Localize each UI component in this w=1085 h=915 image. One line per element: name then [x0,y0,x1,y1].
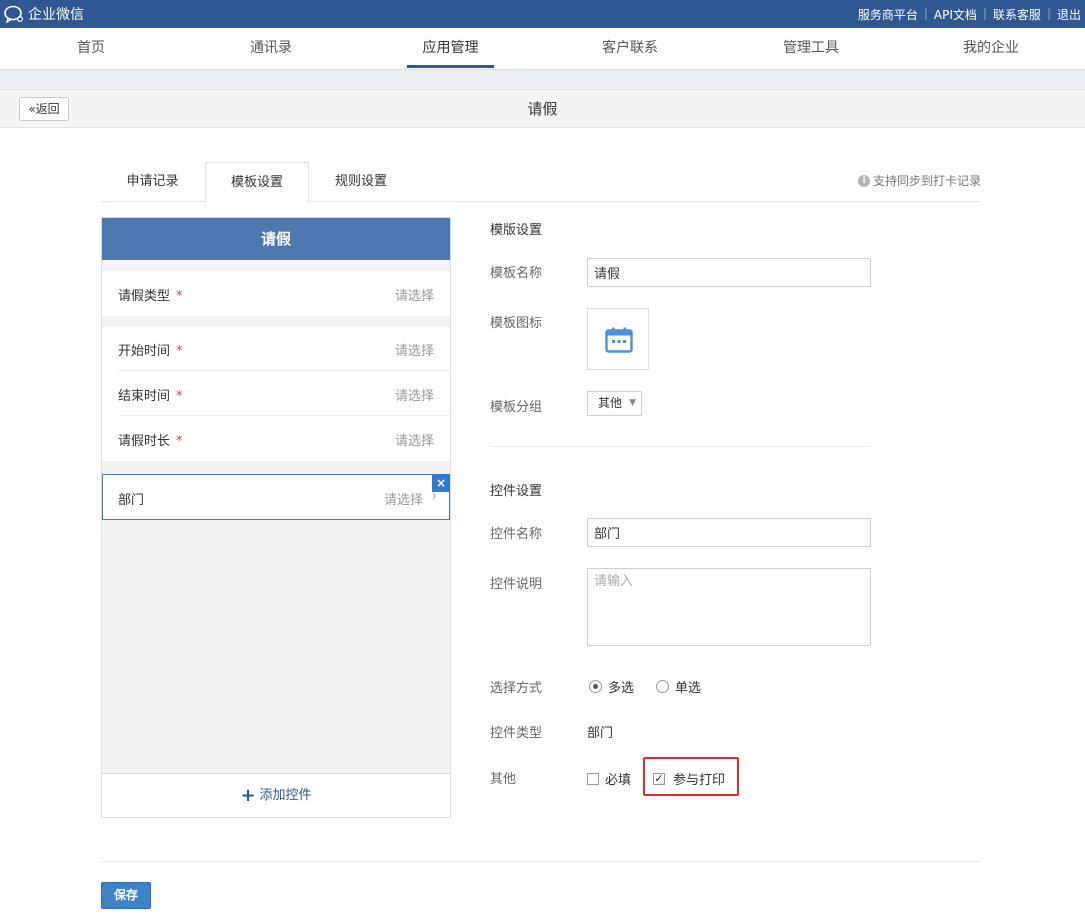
section-divider [490,446,871,447]
link-contact-support[interactable]: 联系客服 [993,6,1041,23]
caret-down-icon: ▼ [629,398,636,408]
save-button[interactable]: 保存 [101,882,151,909]
field-group-type: 请假类型 * 请选择 [102,271,450,316]
card-header: 请假 «返回 [0,90,1085,128]
preview-field-end-time[interactable]: 结束时间 * 请选择 [118,371,450,416]
top-bar: 企业微信 服务商平台 | API文档 | 联系客服 | 退出 [0,0,1085,28]
nav-contacts[interactable]: 通讯录 [236,28,306,69]
checkbox-required[interactable]: 必填 [587,769,631,788]
page-title: 请假 [527,100,558,118]
preview-title: 请假 [102,218,450,260]
back-button[interactable]: «返回 [19,97,69,121]
select-mode-label: 选择方式 [490,681,543,696]
separator: | [982,6,987,20]
nav-management-tools[interactable]: 管理工具 [768,28,854,69]
control-name-input[interactable] [587,518,871,547]
field-placeholder: 请选择 [394,344,434,359]
field-placeholder: 请选择 [394,434,434,449]
preview-field-duration[interactable]: 请假时长 * 请选择 [118,416,450,461]
double-chevron-left-icon: « [28,102,36,116]
nav-customer-contact[interactable]: 客户联系 [588,28,672,69]
field-placeholder: 请选择 [383,493,423,508]
back-label: 返回 [35,102,60,116]
control-type-label: 控件类型 [490,726,543,741]
top-links: 服务商平台 | API文档 | 联系客服 | 退出 [858,6,1081,23]
app-name: 企业微信 [28,7,84,23]
field-label: 开始时间 * [118,344,183,359]
template-settings-title: 模版设置 [490,223,543,238]
control-settings-title: 控件设置 [490,484,543,499]
radio-label: 多选 [608,681,635,696]
control-desc-textarea[interactable] [587,568,871,646]
link-logout[interactable]: 退出 [1057,6,1081,23]
field-label: 结束时间 * [118,389,183,404]
nav-home[interactable]: 首页 [56,28,126,69]
app-logo[interactable]: 企业微信 [4,4,84,24]
template-name-label: 模板名称 [490,266,543,281]
template-name-input[interactable] [587,258,871,287]
bottom-divider [101,861,981,862]
field-label: 请假时长 * [118,434,183,449]
tab-application-records[interactable]: 申请记录 [101,162,204,202]
add-control-label: 添加控件 [259,788,312,803]
radio-multi-select[interactable]: 多选 [589,677,634,696]
nav-my-company[interactable]: 我的企业 [948,28,1034,69]
tab-template-settings[interactable]: 模板设置 [205,162,309,203]
template-icon-label: 模板图标 [490,316,543,331]
wecom-logo-icon [4,5,24,23]
link-service-platform[interactable]: 服务商平台 [858,6,918,23]
template-icon-picker[interactable] [587,308,649,370]
required-mark: * [176,289,183,304]
plus-icon: + [240,785,256,806]
radio-checked-icon [589,680,602,693]
radio-unchecked-icon [656,680,669,693]
required-mark: * [176,434,183,449]
control-desc-label: 控件说明 [490,577,543,592]
sync-note-text: 支持同步到打卡记录 [872,174,981,188]
main-nav: 首页 通讯录 应用管理 客户联系 管理工具 我的企业 [0,28,1085,70]
field-label: 请假类型 * [118,289,183,304]
tab-rule-settings[interactable]: 规则设置 [309,162,413,202]
separator: | [1046,6,1051,20]
nav-app-management[interactable]: 应用管理 [407,28,494,68]
template-group-label: 模板分组 [490,400,543,415]
form-preview: 请假 请假类型 * 请选择 开始时间 * 请选择 结束时间 * 请选择 请假时长 * 请… [101,217,451,818]
other-label: 其他 [490,772,517,787]
calendar-icon [605,327,633,353]
required-mark: * [176,344,183,359]
radio-single-select[interactable]: 单选 [656,677,701,696]
add-control-button[interactable]: + 添加控件 [102,773,450,817]
info-icon: i [857,174,870,187]
template-group-select[interactable]: 其他 ▼ [587,391,642,416]
content-card: 请假 «返回 申请记录 模板设置 规则设置 i 支持同步到打卡记录 请假 请假类… [0,89,1085,915]
sync-note: i 支持同步到打卡记录 [857,172,981,189]
radio-label: 单选 [675,681,702,696]
checkbox-unchecked-icon [587,772,599,785]
field-placeholder: 请选择 [394,389,434,404]
field-group-time: 开始时间 * 请选择 结束时间 * 请选择 请假时长 * 请选择 [102,326,450,461]
link-api-docs[interactable]: API文档 [934,6,977,23]
preview-field-department-selected[interactable]: 部门 请选择 › × [102,474,450,520]
template-group-value: 其他 [598,396,623,410]
checkbox-label: 必填 [605,773,632,788]
control-type-value: 部门 [587,726,614,741]
close-icon[interactable]: × [432,474,450,492]
preview-field-start-time[interactable]: 开始时间 * 请选择 [118,326,450,371]
field-label: 部门 [118,493,145,508]
required-mark: * [176,389,183,404]
highlight-annotation [643,757,739,796]
control-name-label: 控件名称 [490,527,543,542]
separator: | [923,6,928,20]
tabs: 申请记录 模板设置 规则设置 i 支持同步到打卡记录 [101,162,981,203]
field-placeholder: 请选择 [394,289,434,304]
preview-field-leave-type[interactable]: 请假类型 * 请选择 [118,271,450,316]
